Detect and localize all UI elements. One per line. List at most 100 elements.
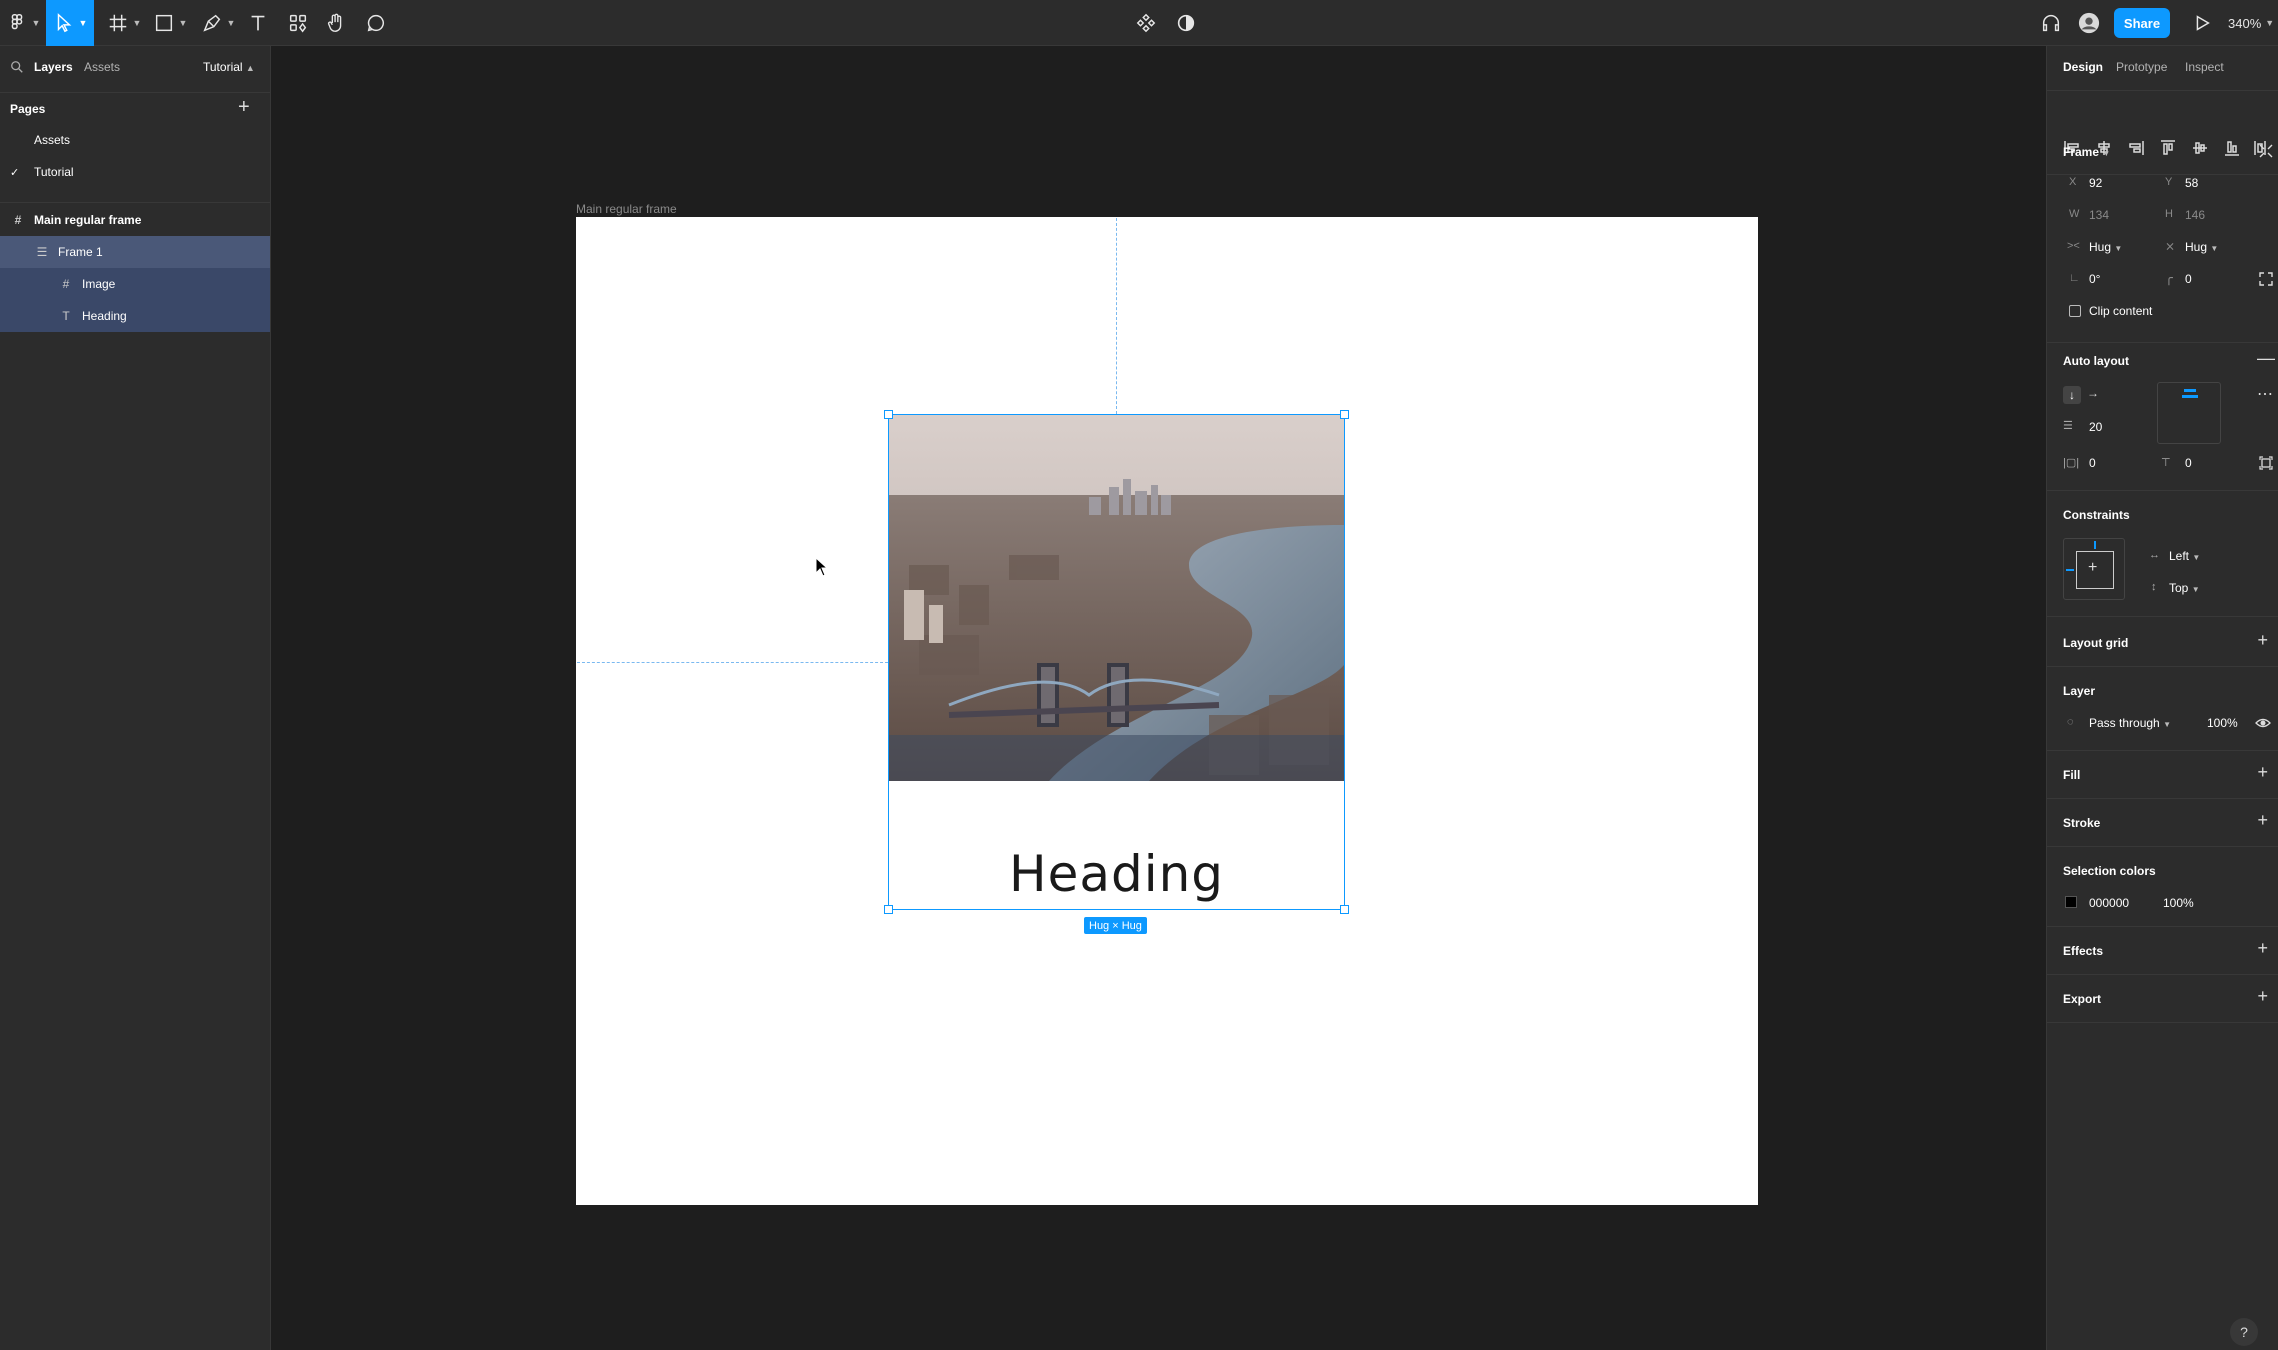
- vertical-sizing-value: Hug: [2185, 240, 2208, 254]
- hand-tool-button[interactable]: [324, 0, 348, 46]
- horizontal-constraint-dropdown[interactable]: Left ▼: [2169, 549, 2200, 563]
- add-fill-icon[interactable]: +: [2257, 762, 2268, 783]
- tab-prototype[interactable]: Prototype: [2116, 60, 2167, 74]
- help-button[interactable]: ?: [2230, 1318, 2258, 1346]
- tab-assets[interactable]: Assets: [84, 60, 120, 74]
- blend-mode-dropdown[interactable]: Pass through ▼: [2089, 716, 2171, 730]
- auto-layout-title: Auto layout: [2063, 354, 2129, 368]
- vertical-sizing-dropdown[interactable]: Hug ▼: [2185, 240, 2218, 254]
- page-item-assets[interactable]: Assets: [0, 124, 270, 156]
- tab-inspect[interactable]: Inspect: [2185, 60, 2224, 74]
- corner-radius-input[interactable]: 0: [2185, 272, 2192, 286]
- constraints-widget[interactable]: +: [2063, 538, 2125, 600]
- layer-section-title: Layer: [2063, 684, 2096, 698]
- align-vertical-center-icon[interactable]: [2191, 139, 2209, 157]
- individual-padding-icon[interactable]: [2259, 456, 2273, 470]
- vertical-resize-icon: ⨯: [2165, 239, 2176, 253]
- resize-to-fit-icon[interactable]: [2259, 144, 2273, 158]
- color-swatch[interactable]: [2065, 896, 2077, 908]
- tab-layers[interactable]: Layers: [34, 60, 73, 74]
- add-page-icon[interactable]: +: [238, 96, 250, 119]
- eye-icon[interactable]: [2255, 716, 2271, 730]
- search-icon[interactable]: [10, 60, 24, 74]
- more-options-icon[interactable]: ⋯: [2257, 384, 2273, 404]
- size-badge: Hug × Hug: [1084, 917, 1147, 934]
- layer-frame-1[interactable]: ☰ Frame 1: [0, 236, 270, 268]
- add-layout-grid-icon[interactable]: +: [2257, 630, 2268, 651]
- move-tool-button[interactable]: ▼: [46, 0, 94, 46]
- align-bottom-icon[interactable]: [2223, 139, 2241, 157]
- chevron-down-icon: ▼: [178, 18, 188, 28]
- horizontal-constraint-icon: ↔: [2149, 549, 2160, 561]
- selection-color-hex[interactable]: 000000: [2089, 896, 2129, 910]
- frame-title[interactable]: Main regular frame: [576, 202, 677, 216]
- horizontal-direction-button[interactable]: →: [2087, 386, 2099, 400]
- rotation-input[interactable]: 0°: [2089, 272, 2100, 286]
- align-top-icon[interactable]: [2159, 139, 2177, 157]
- selection-color-opacity[interactable]: 100%: [2163, 896, 2194, 910]
- vertical-constraint-dropdown[interactable]: Top ▼: [2169, 581, 2200, 595]
- play-icon: [2196, 15, 2210, 31]
- resize-handle-top-right[interactable]: [1340, 410, 1349, 419]
- main-menu-button[interactable]: ▼: [4, 0, 42, 46]
- y-input[interactable]: 58: [2185, 176, 2198, 190]
- horizontal-padding-input[interactable]: 0: [2089, 456, 2096, 470]
- add-export-icon[interactable]: +: [2257, 986, 2268, 1007]
- frame-section-dropdown[interactable]: Frame ▼: [2063, 145, 2110, 159]
- align-right-icon[interactable]: [2127, 139, 2145, 157]
- hash-icon: #: [14, 213, 22, 227]
- plus-icon: +: [2088, 559, 2098, 576]
- layer-heading[interactable]: T Heading: [0, 300, 270, 332]
- clip-content-checkbox[interactable]: [2069, 305, 2081, 317]
- tab-design[interactable]: Design: [2063, 60, 2103, 74]
- page-label: Tutorial: [34, 165, 74, 179]
- layer-image[interactable]: # Image: [0, 268, 270, 300]
- horizontal-resize-icon: ><: [2067, 240, 2080, 252]
- chevron-down-icon: ▼: [226, 18, 236, 28]
- chevron-down-icon: ▼: [2163, 720, 2171, 729]
- avatar[interactable]: [2076, 0, 2102, 46]
- comment-tool-button[interactable]: [364, 0, 388, 46]
- text-tool-button[interactable]: [246, 0, 270, 46]
- y-label: Y: [2165, 176, 2173, 188]
- add-stroke-icon[interactable]: +: [2257, 810, 2268, 831]
- audio-button[interactable]: [2038, 0, 2064, 46]
- share-button[interactable]: Share: [2114, 8, 2170, 38]
- item-spacing-input[interactable]: 20: [2089, 420, 2102, 434]
- vertical-direction-button[interactable]: ↓: [2063, 386, 2081, 404]
- shape-tool-button[interactable]: ▼: [150, 0, 190, 46]
- w-input[interactable]: 134: [2089, 208, 2109, 222]
- resize-handle-bottom-right[interactable]: [1340, 905, 1349, 914]
- divider: [0, 202, 270, 203]
- hash-icon: #: [62, 277, 70, 291]
- vertical-padding-input[interactable]: 0: [2185, 456, 2192, 470]
- independent-corners-icon[interactable]: [2259, 272, 2273, 286]
- page-item-tutorial[interactable]: ✓ Tutorial: [0, 156, 270, 188]
- layer-label: Main regular frame: [34, 213, 142, 227]
- alignment-grid[interactable]: [2157, 382, 2221, 444]
- x-input[interactable]: 92: [2089, 176, 2102, 190]
- layer-main-regular-frame[interactable]: # Main regular frame: [0, 204, 270, 236]
- rectangle-icon: [155, 14, 172, 32]
- page-dropdown[interactable]: Tutorial ▲: [203, 60, 255, 74]
- cursor-arrow-icon: [57, 13, 71, 33]
- remove-auto-layout-icon[interactable]: —: [2257, 348, 2275, 369]
- frame-tool-button[interactable]: ▼: [104, 0, 144, 46]
- resize-handle-bottom-left[interactable]: [884, 905, 893, 914]
- component-button[interactable]: [1134, 0, 1158, 46]
- rotation-icon: ∟: [2069, 272, 2080, 284]
- pen-tool-button[interactable]: ▼: [198, 0, 238, 46]
- selection-box-frame-1[interactable]: [888, 414, 1345, 910]
- layer-opacity-input[interactable]: 100%: [2207, 716, 2238, 730]
- horizontal-sizing-dropdown[interactable]: Hug ▼: [2089, 240, 2122, 254]
- h-input[interactable]: 146: [2185, 208, 2205, 222]
- add-effect-icon[interactable]: +: [2257, 938, 2268, 959]
- toolbar: ▼ ▼ ▼ ▼ ▼ Share 340% ▼: [0, 0, 2278, 46]
- zoom-dropdown[interactable]: 340% ▼: [2228, 0, 2274, 46]
- theme-toggle-button[interactable]: [1174, 0, 1198, 46]
- resources-button[interactable]: [286, 0, 310, 46]
- present-button[interactable]: [2190, 0, 2214, 46]
- page-label: Assets: [34, 133, 71, 147]
- resize-handle-top-left[interactable]: [884, 410, 893, 419]
- divider: [0, 92, 270, 93]
